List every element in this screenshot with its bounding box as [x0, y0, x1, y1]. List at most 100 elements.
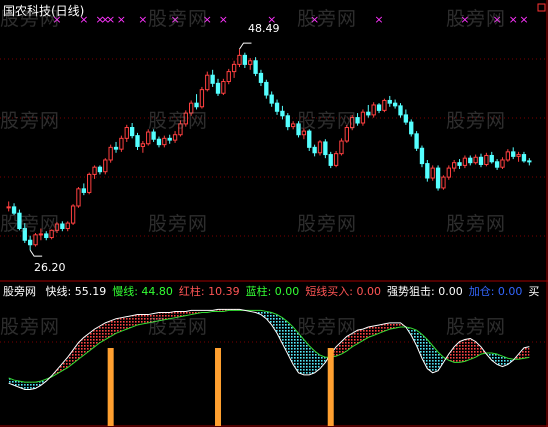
candle-body	[22, 228, 27, 241]
candle-body	[172, 134, 178, 141]
candle-body	[452, 162, 457, 169]
red-bar-fill	[116, 317, 122, 334]
red-bar-fill	[523, 346, 530, 359]
legend-item: 短线买入: 0.00	[305, 285, 382, 298]
candle-body	[392, 102, 398, 107]
candle-body	[87, 173, 92, 193]
low-leader	[29, 249, 43, 257]
blue-bar-fill	[432, 345, 439, 373]
candle-body	[11, 206, 17, 214]
red-bar-fill	[137, 314, 143, 325]
candle-body	[38, 233, 44, 236]
candle-body	[366, 111, 371, 116]
candle-body	[371, 104, 376, 116]
candle-body	[521, 154, 527, 162]
candle-body	[446, 167, 451, 178]
candle-body	[500, 159, 505, 168]
blue-bar-fill	[24, 382, 31, 390]
candle-body	[435, 167, 441, 189]
candle-body	[140, 143, 146, 147]
red-bar-fill	[448, 346, 455, 363]
candle-body	[441, 176, 446, 189]
chart-frame: × × × × × × × × × × × × × × × × × 国农科技(日线) 48.49 26.20 股…	[0, 0, 548, 427]
blue-bar-fill	[266, 311, 272, 325]
candle-body	[409, 121, 414, 135]
candle-body	[489, 154, 494, 163]
candle-body	[290, 123, 296, 128]
signal-marker: ×	[374, 13, 383, 26]
candle-body	[516, 154, 521, 157]
candle-body	[307, 130, 312, 148]
candle-body	[462, 157, 468, 166]
candle-body	[81, 188, 86, 193]
candle-body	[237, 54, 242, 65]
candle-body	[248, 60, 253, 65]
candle-body	[285, 115, 290, 128]
candle-body	[527, 160, 532, 163]
candle-body	[60, 223, 65, 230]
candle-body	[178, 123, 183, 136]
candle-body	[156, 138, 162, 146]
candle-body	[269, 94, 274, 104]
corner-icon	[537, 3, 546, 12]
candle-body	[189, 102, 194, 114]
signal-marker: ×	[493, 13, 502, 26]
candle-body	[151, 131, 156, 140]
candle-body	[264, 81, 269, 96]
legend-items: 快线: 55.19 慢线: 44.80 红柱: 10.39 蓝柱: 0.00 短线买入:…	[40, 285, 540, 298]
candle-body	[328, 154, 333, 166]
candle-body	[339, 140, 344, 155]
legend-item: 买	[528, 285, 540, 298]
candle-body	[317, 141, 323, 154]
candle-body	[484, 154, 489, 165]
candle-body	[215, 82, 221, 94]
candle-body	[70, 205, 76, 224]
candle-body	[135, 135, 140, 147]
legend-item: 快线: 55.19	[45, 285, 107, 298]
high-leader	[239, 42, 252, 50]
legend-item: 强势狙击: 0.00	[387, 285, 463, 298]
candle-body	[119, 137, 124, 150]
chart-title: 国农科技(日线)	[3, 4, 85, 18]
candle-body	[274, 102, 280, 112]
candle-body	[162, 137, 167, 146]
candle-body	[511, 151, 516, 157]
candle-body	[17, 212, 22, 230]
candle-body	[194, 102, 199, 108]
candle-body	[129, 127, 135, 137]
candle-body	[167, 137, 172, 141]
candle-body	[425, 163, 430, 179]
candle-body	[478, 156, 484, 165]
candle-body	[103, 159, 108, 173]
candle-body	[355, 117, 360, 124]
blue-bar-fill	[298, 333, 304, 375]
indicator-legend: 股旁网 快线: 55.19 慢线: 44.80 红柱: 10.39 蓝柱: 0.00 短…	[3, 285, 539, 298]
signal-marker: ×	[106, 13, 115, 26]
candle-body	[350, 117, 355, 129]
candle-body	[414, 133, 419, 149]
candle-body	[221, 81, 226, 94]
red-bar-fill	[142, 314, 149, 324]
candle-body	[430, 167, 435, 179]
red-bar-fill	[153, 312, 159, 322]
candle-body	[226, 71, 231, 83]
low-price-label: 26.20	[34, 261, 66, 274]
signal-marker: ×	[310, 13, 319, 26]
candle-body	[382, 99, 387, 111]
candle-body	[468, 157, 473, 164]
signal-marker: ×	[509, 13, 518, 26]
buy-signal-bar	[327, 348, 334, 426]
candle-body	[494, 161, 500, 168]
candle-body	[210, 74, 215, 84]
red-bar-fill	[148, 313, 154, 323]
signal-marker: ×	[219, 13, 228, 26]
signal-marker: ×	[203, 13, 212, 26]
indicator-name: 股旁网	[3, 285, 36, 298]
candle-body	[27, 239, 33, 246]
candle-body	[419, 147, 425, 165]
candle-body	[376, 104, 382, 111]
candle-body	[403, 114, 409, 123]
legend-item: 加仓: 0.00	[468, 285, 523, 298]
candle-body	[183, 112, 188, 125]
buy-signal-bar	[107, 348, 114, 426]
